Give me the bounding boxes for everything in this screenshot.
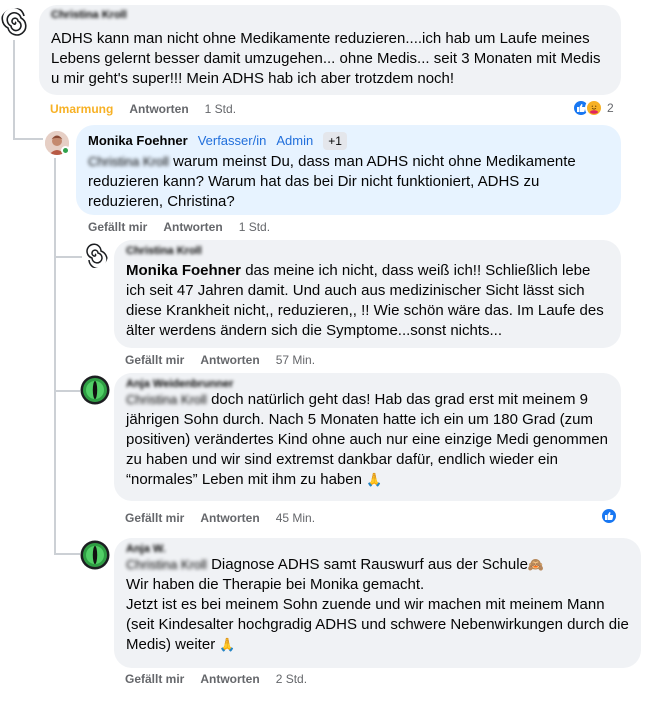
comment-text: ADHS kann man nicht ohne Medikamente red…	[51, 30, 601, 87]
reply-button[interactable]: Antworten	[200, 511, 259, 525]
comment-bubble: Anja W. Christina Kroll Diagnose ADHS sa…	[114, 538, 641, 668]
like-button[interactable]: Gefällt mir	[125, 672, 184, 686]
timestamp[interactable]: 45 Min.	[276, 511, 315, 525]
timestamp[interactable]: 57 Min.	[276, 353, 315, 367]
green-eye-avatar-icon[interactable]	[80, 540, 110, 570]
thread-line-reply-hook-2	[54, 390, 80, 392]
timestamp[interactable]: 1 Std.	[205, 102, 236, 116]
comment-actions: Umarmung Antworten 1 Std.	[50, 102, 236, 116]
thread-line-main	[13, 40, 15, 140]
like-button[interactable]: Gefällt mir	[125, 511, 184, 525]
badge-count[interactable]: +1	[323, 132, 347, 150]
spiral-avatar-icon[interactable]	[0, 8, 30, 38]
thumbs-up-icon	[600, 507, 618, 525]
spiral-avatar-icon[interactable]	[82, 242, 108, 268]
comment-text: Diagnose ADHS samt Rauswurf aus der Schu…	[211, 556, 528, 573]
comment-author[interactable]: Anja W.	[126, 543, 629, 555]
comment-line-1: Christina Kroll Diagnose ADHS samt Rausw…	[126, 555, 629, 575]
comment-header: Monika Foehner Verfasser/in Admin +1	[88, 132, 609, 150]
comment-line-2: Wir haben die Therapie bei Monika gemach…	[126, 576, 425, 593]
like-button[interactable]: Gefällt mir	[125, 353, 184, 367]
comment-actions: Gefällt mir Antworten 1 Std.	[88, 220, 270, 234]
comment-actions: Gefällt mir Antworten 2 Std.	[125, 672, 307, 686]
reaction-count: 2	[607, 101, 614, 115]
reaction-summary[interactable]	[600, 507, 618, 525]
comment-author[interactable]: Anja Weidenbrunner	[126, 378, 609, 390]
comment-line-3: Jetzt ist es bei meinem Sohn zuende und …	[126, 595, 629, 655]
comment-bubble-highlighted: Monika Foehner Verfasser/in Admin +1 Chr…	[76, 125, 621, 215]
comment-bubble: Christina Kroll Monika Foehner das meine…	[114, 240, 621, 348]
green-eye-avatar-icon[interactable]	[80, 375, 110, 405]
thread-line-reply	[54, 158, 56, 553]
comment-text-block: Christina Kroll warum meinst Du, dass ma…	[88, 152, 609, 212]
thread-line-main-hook	[13, 138, 43, 140]
comment-author[interactable]: Christina Kroll	[126, 245, 609, 257]
reply-button[interactable]: Antworten	[129, 102, 188, 116]
hug-reaction-button[interactable]: Umarmung	[50, 102, 113, 116]
hug-icon	[585, 99, 603, 117]
folded-hands-emoji: 🙏	[219, 637, 236, 652]
comment-bubble: Anja Weidenbrunner Christina Kroll doch …	[114, 373, 621, 501]
timestamp[interactable]: 1 Std.	[239, 220, 270, 234]
comment-bubble: Christina Kroll ADHS kann man nicht ohne…	[39, 5, 621, 95]
online-status-dot	[61, 146, 70, 155]
comment-actions: Gefällt mir Antworten 57 Min.	[125, 353, 315, 367]
thread-line-reply-hook-1	[54, 256, 82, 258]
mention-link[interactable]: Christina Kroll	[126, 392, 207, 407]
thread-line-reply-hook-3	[54, 553, 80, 555]
timestamp[interactable]: 2 Std.	[276, 672, 307, 686]
see-no-evil-emoji: 🙈	[527, 557, 545, 572]
comment-author[interactable]: Christina Kroll	[51, 9, 609, 21]
mention-link[interactable]: Christina Kroll	[126, 557, 207, 572]
comment-text-block: Christina Kroll doch natürlich geht das!…	[126, 390, 609, 490]
comment-text-block: Monika Foehner das meine ich nicht, dass…	[126, 261, 609, 341]
folded-hands-emoji: 🙏	[366, 472, 383, 487]
reply-button[interactable]: Antworten	[163, 220, 222, 234]
comment-author[interactable]: Monika Foehner	[88, 133, 188, 149]
mention-link[interactable]: Christina Kroll	[88, 154, 169, 169]
comment-actions: Gefällt mir Antworten 45 Min.	[125, 511, 315, 525]
mention-link[interactable]: Monika Foehner	[126, 262, 241, 279]
reaction-summary[interactable]: 2	[572, 99, 614, 117]
author-role-label: Verfasser/in	[197, 133, 267, 148]
comment-text: Jetzt ist es bei meinem Sohn zuende und …	[126, 596, 629, 653]
reply-button[interactable]: Antworten	[200, 672, 259, 686]
like-button[interactable]: Gefällt mir	[88, 220, 147, 234]
reply-button[interactable]: Antworten	[200, 353, 259, 367]
admin-label: Admin	[276, 133, 314, 148]
